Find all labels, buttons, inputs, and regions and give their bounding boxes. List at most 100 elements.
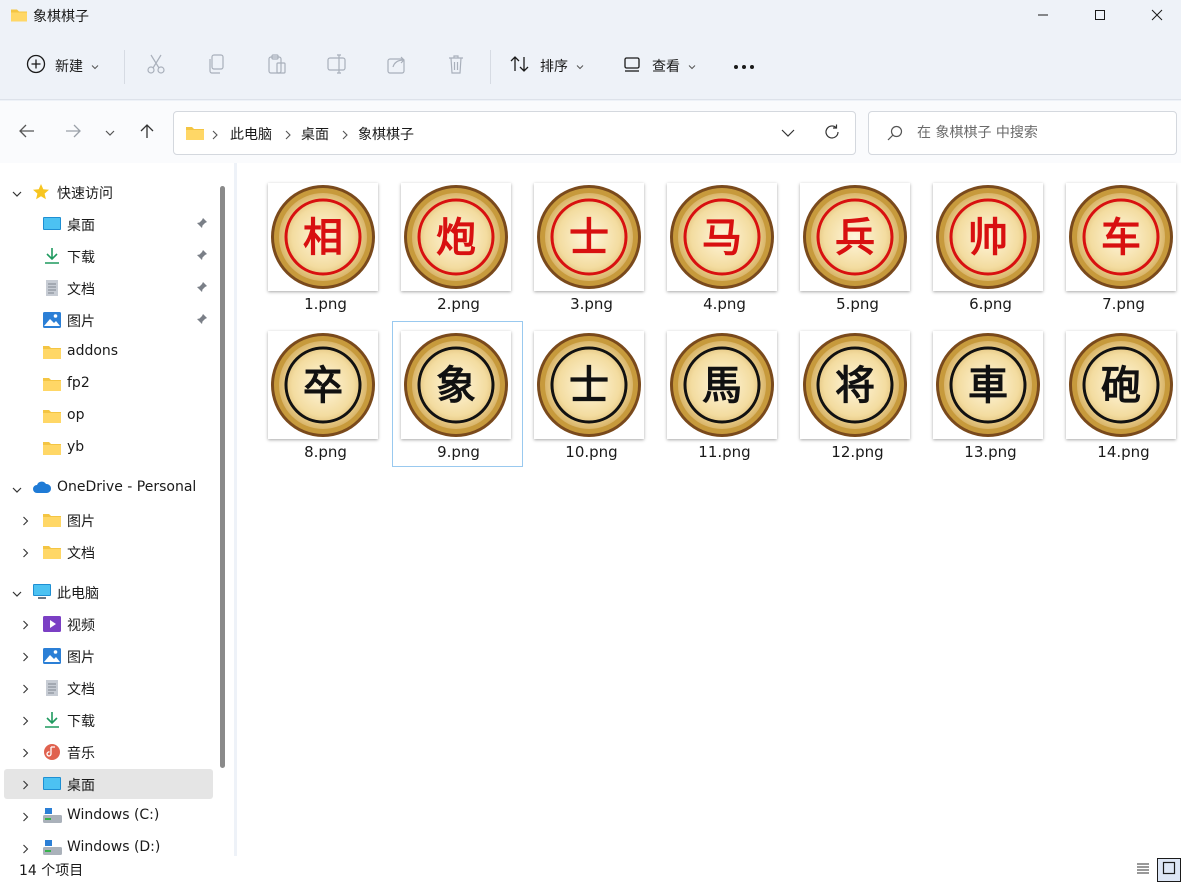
chevron-right-icon[interactable] (22, 842, 29, 856)
sidebar-this-pc[interactable]: 此电脑 (4, 577, 213, 607)
pin-icon (196, 217, 208, 233)
file-thumbnail: 帅 (933, 183, 1043, 291)
sidebar-item-music[interactable]: 音乐 (4, 737, 213, 767)
view-icon (623, 55, 643, 77)
close-button[interactable] (1134, 0, 1180, 30)
forward-button[interactable] (61, 121, 85, 145)
sidebar-item-drive-c[interactable]: Windows (C:) (4, 801, 213, 831)
sidebar-item-onedrive-documents[interactable]: 文档 (4, 537, 213, 567)
toolbar-divider (124, 50, 125, 84)
maximize-button[interactable] (1077, 0, 1123, 30)
chevron-right-icon[interactable] (22, 514, 29, 530)
sidebar-item-pc-pictures[interactable]: 图片 (4, 641, 213, 671)
file-grid: 相 1.png 炮 2.png 士 3.png 马 4.png 兵 5.png 帅 6.png 车 7.p… (237, 163, 1181, 856)
sort-button[interactable]: 排序 (509, 48, 584, 84)
chess-piece-image: 炮 (404, 185, 508, 289)
file-item[interactable]: 将 12.png (791, 321, 922, 467)
sidebar-item-pictures[interactable]: 图片 (4, 305, 213, 335)
file-item[interactable]: 车 7.png (1057, 173, 1181, 319)
chevron-down-icon (91, 58, 99, 74)
chevron-right-icon[interactable] (22, 810, 29, 826)
sidebar-item-addons[interactable]: addons (4, 337, 213, 367)
sidebar-item-documents[interactable]: 文档 (4, 273, 213, 303)
more-options-button[interactable] (733, 48, 755, 84)
search-input[interactable] (917, 122, 1167, 144)
breadcrumb-this-pc[interactable]: 此电脑 (230, 124, 272, 144)
sidebar-label: yb (67, 439, 85, 455)
breadcrumb-desktop[interactable]: 桌面 (301, 124, 329, 144)
sidebar-item-op[interactable]: op (4, 401, 213, 431)
up-button[interactable] (135, 121, 159, 145)
file-thumbnail: 馬 (667, 331, 777, 439)
sidebar-item-yb[interactable]: yb (4, 433, 213, 463)
chevron-right-icon[interactable] (22, 546, 29, 562)
view-button[interactable]: 查看 (623, 48, 696, 84)
folder-icon (42, 543, 62, 565)
paste-button[interactable] (266, 48, 288, 84)
star-icon (32, 183, 50, 205)
sidebar-item-pc-desktop[interactable]: 桌面 (4, 769, 213, 799)
arrow-left-icon (18, 123, 36, 143)
file-item[interactable]: 马 4.png (658, 173, 789, 319)
share-button[interactable] (386, 48, 408, 84)
sidebar-item-pc-documents[interactable]: 文档 (4, 673, 213, 703)
chess-piece-image: 兵 (803, 185, 907, 289)
file-item[interactable]: 卒 8.png (259, 321, 390, 467)
file-thumbnail: 砲 (1066, 331, 1176, 439)
file-item[interactable]: 砲 14.png (1057, 321, 1181, 467)
file-item[interactable]: 相 1.png (259, 173, 390, 319)
chevron-right-icon[interactable] (22, 618, 29, 634)
address-history-button[interactable] (781, 126, 795, 142)
file-item[interactable]: 士 10.png (525, 321, 656, 467)
address-bar[interactable]: 此电脑 桌面 象棋棋子 (173, 111, 856, 155)
new-button[interactable]: 新建 (26, 48, 99, 84)
sidebar-item-downloads[interactable]: 下载 (4, 241, 213, 271)
sidebar-quick-access[interactable]: 快速访问 (4, 177, 213, 207)
pin-icon (196, 281, 208, 297)
sidebar-item-videos[interactable]: 视频 (4, 609, 213, 639)
file-item[interactable]: 士 3.png (525, 173, 656, 319)
copy-button[interactable] (207, 48, 227, 84)
sidebar-item-pc-downloads[interactable]: 下载 (4, 705, 213, 735)
sidebar-item-fp2[interactable]: fp2 (4, 369, 213, 399)
chevron-right-icon[interactable] (22, 778, 29, 794)
sidebar-item-onedrive-pictures[interactable]: 图片 (4, 505, 213, 535)
chevron-right-icon[interactable] (22, 682, 29, 698)
window-title: 象棋棋子 (33, 9, 89, 25)
search-box[interactable] (868, 111, 1177, 155)
file-item[interactable]: 象 9.png (392, 321, 523, 467)
sidebar-onedrive[interactable]: OneDrive - Personal (4, 473, 213, 503)
file-item[interactable]: 兵 5.png (791, 173, 922, 319)
large-icons-view-button[interactable] (1157, 858, 1181, 882)
chevron-right-icon[interactable] (22, 714, 29, 730)
breadcrumb-current-folder[interactable]: 象棋棋子 (358, 124, 414, 144)
sidebar-label: 视频 (67, 618, 95, 634)
list-icon (1136, 862, 1150, 878)
chevron-right-icon[interactable] (22, 746, 29, 762)
sidebar-item-desktop[interactable]: 桌面 (4, 209, 213, 239)
recent-locations-button[interactable] (98, 121, 122, 145)
delete-button[interactable] (446, 48, 466, 84)
chevron-down-icon[interactable] (12, 586, 22, 602)
file-item[interactable]: 炮 2.png (392, 173, 523, 319)
copy-icon (207, 53, 227, 79)
chess-piece-image: 将 (803, 333, 907, 437)
file-name: 9.png (437, 443, 480, 461)
chevron-right-icon[interactable] (22, 650, 29, 666)
chevron-down-icon[interactable] (12, 482, 22, 498)
file-item[interactable]: 車 13.png (924, 321, 1055, 467)
file-item[interactable]: 帅 6.png (924, 173, 1055, 319)
sidebar-scroll-thumb[interactable] (220, 186, 225, 768)
minimize-button[interactable] (1020, 0, 1066, 30)
details-view-button[interactable] (1131, 858, 1155, 882)
refresh-icon[interactable] (823, 123, 841, 145)
file-item[interactable]: 馬 11.png (658, 321, 789, 467)
back-button[interactable] (15, 121, 39, 145)
arrow-right-icon (64, 123, 82, 143)
folder-icon (185, 125, 205, 145)
chevron-down-icon[interactable] (12, 186, 22, 202)
cut-button[interactable] (146, 48, 166, 84)
chess-piece-glyph: 馬 (702, 362, 742, 409)
rename-button[interactable] (326, 48, 348, 84)
sidebar-item-drive-d[interactable]: Windows (D:) (4, 833, 213, 856)
